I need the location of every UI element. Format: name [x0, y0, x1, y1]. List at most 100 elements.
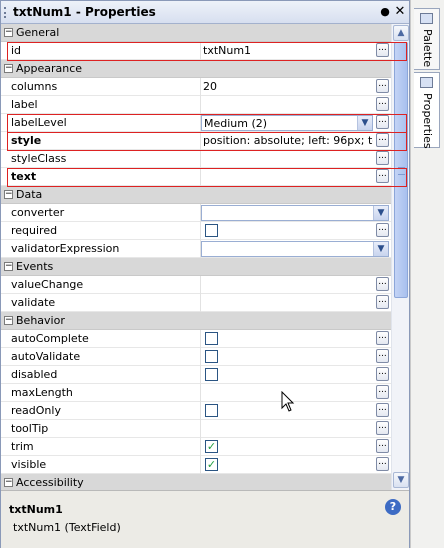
property-row-visible[interactable]: visible ✓...: [1, 456, 391, 474]
ellipsis-button[interactable]: ...: [376, 349, 389, 363]
ellipsis-button[interactable]: ...: [376, 115, 389, 129]
collapse-toggle-icon[interactable]: −: [4, 64, 13, 73]
category-accessibility[interactable]: − Accessibility: [1, 474, 391, 490]
property-row-columns[interactable]: columns 20...: [1, 78, 391, 96]
help-icon[interactable]: ?: [385, 499, 401, 515]
property-row-trim[interactable]: trim ✓...: [1, 438, 391, 456]
column-divider: [200, 96, 201, 114]
property-row-autoComplete[interactable]: autoComplete...: [1, 330, 391, 348]
scroll-up-icon[interactable]: ▲: [393, 25, 409, 41]
dropdown-arrow-icon[interactable]: ▼: [357, 116, 372, 130]
property-name: autoValidate: [11, 350, 81, 363]
property-value[interactable]: txtNum1: [203, 44, 373, 57]
column-divider: [200, 132, 201, 150]
category-label: Behavior: [16, 314, 65, 327]
column-divider: [200, 168, 201, 186]
property-row-disabled[interactable]: disabled...: [1, 366, 391, 384]
property-name: validate: [11, 296, 56, 309]
property-row-validate[interactable]: validate...: [1, 294, 391, 312]
ellipsis-button[interactable]: ...: [376, 43, 389, 57]
vertical-scrollbar[interactable]: ▲ ▼: [391, 24, 409, 490]
property-value[interactable]: 20: [203, 80, 373, 93]
ellipsis-button[interactable]: ...: [376, 169, 389, 183]
tab-properties[interactable]: Properties: [414, 72, 440, 149]
property-row-labelLevel[interactable]: labelLevel Medium (2) ▼...: [1, 114, 391, 132]
ellipsis-button[interactable]: ...: [376, 385, 389, 399]
property-name: id: [11, 44, 22, 57]
column-divider: [200, 276, 201, 294]
property-row-toolTip[interactable]: toolTip...: [1, 420, 391, 438]
column-divider: [200, 438, 201, 456]
collapse-toggle-icon[interactable]: −: [4, 190, 13, 199]
ellipsis-button[interactable]: ...: [376, 403, 389, 417]
properties-window: txtNum1 - Properties ● ✕ − General id txtNu…: [0, 0, 410, 548]
scroll-down-icon[interactable]: ▼: [393, 472, 409, 488]
category-general[interactable]: − General: [1, 24, 391, 42]
property-row-style[interactable]: style position: absolute; left: 96px; to.…: [1, 132, 391, 150]
property-name: maxLength: [11, 386, 73, 399]
property-name: columns: [11, 80, 58, 93]
column-divider: [200, 330, 201, 348]
drag-grip-icon[interactable]: [4, 7, 7, 18]
property-row-maxLength[interactable]: maxLength...: [1, 384, 391, 402]
property-row-text[interactable]: text...: [1, 168, 391, 186]
property-checkbox[interactable]: [205, 224, 218, 237]
property-checkbox[interactable]: [205, 368, 218, 381]
property-name: text: [11, 170, 37, 183]
collapse-toggle-icon[interactable]: −: [4, 316, 13, 325]
ellipsis-button[interactable]: ...: [376, 439, 389, 453]
property-name: converter: [11, 206, 65, 219]
ellipsis-button[interactable]: ...: [376, 133, 389, 147]
property-row-valueChange[interactable]: valueChange...: [1, 276, 391, 294]
property-row-styleClass[interactable]: styleClass...: [1, 150, 391, 168]
ellipsis-button[interactable]: ...: [376, 367, 389, 381]
property-sheet: − General id txtNum1... − Appearance columns 20…: [1, 24, 391, 490]
property-checkbox[interactable]: ✓: [205, 458, 218, 471]
ellipsis-button[interactable]: ...: [376, 79, 389, 93]
property-row-converter[interactable]: converter ▼: [1, 204, 391, 222]
dropdown-arrow-icon[interactable]: ▼: [373, 206, 388, 220]
property-row-id[interactable]: id txtNum1...: [1, 42, 391, 60]
property-row-validatorExpression[interactable]: validatorExpression ▼: [1, 240, 391, 258]
close-icon[interactable]: ✕: [394, 5, 406, 19]
mouse-pointer-icon: [281, 391, 295, 412]
collapse-toggle-icon[interactable]: −: [4, 478, 13, 487]
property-checkbox[interactable]: ✓: [205, 440, 218, 453]
category-behavior[interactable]: − Behavior: [1, 312, 391, 330]
scroll-thumb[interactable]: [394, 42, 408, 298]
ellipsis-button[interactable]: ...: [376, 97, 389, 111]
collapse-toggle-icon[interactable]: −: [4, 262, 13, 271]
property-name: autoComplete: [11, 332, 89, 345]
category-data[interactable]: − Data: [1, 186, 391, 204]
ellipsis-button[interactable]: ...: [376, 331, 389, 345]
property-combo[interactable]: Medium (2) ▼: [201, 115, 373, 131]
property-checkbox[interactable]: [205, 332, 218, 345]
property-row-autoValidate[interactable]: autoValidate...: [1, 348, 391, 366]
ellipsis-button[interactable]: ...: [376, 151, 389, 165]
property-row-required[interactable]: required...: [1, 222, 391, 240]
property-value[interactable]: position: absolute; left: 96px; to...: [203, 134, 373, 147]
column-divider: [200, 78, 201, 96]
ellipsis-button[interactable]: ...: [376, 277, 389, 291]
ellipsis-button[interactable]: ...: [376, 223, 389, 237]
property-checkbox[interactable]: [205, 350, 218, 363]
description-panel: txtNum1 txtNum1 (TextField) ?: [1, 490, 409, 548]
window-title: txtNum1 - Properties: [13, 5, 156, 19]
property-row-readOnly[interactable]: readOnly...: [1, 402, 391, 420]
property-row-label[interactable]: label...: [1, 96, 391, 114]
collapse-toggle-icon[interactable]: −: [4, 28, 13, 37]
property-combo[interactable]: ▼: [201, 241, 389, 257]
ellipsis-button[interactable]: ...: [376, 295, 389, 309]
property-checkbox[interactable]: [205, 404, 218, 417]
category-label: Accessibility: [16, 476, 84, 489]
ellipsis-button[interactable]: ...: [376, 457, 389, 471]
ellipsis-button[interactable]: ...: [376, 421, 389, 435]
dropdown-arrow-icon[interactable]: ▼: [373, 242, 388, 256]
category-appearance[interactable]: − Appearance: [1, 60, 391, 78]
property-combo[interactable]: ▼: [201, 205, 389, 221]
tab-palette[interactable]: Palette: [414, 8, 440, 70]
category-events[interactable]: − Events: [1, 258, 391, 276]
title-bar[interactable]: txtNum1 - Properties ● ✕: [1, 1, 409, 24]
dock-button-icon[interactable]: ●: [379, 6, 391, 18]
column-divider: [200, 366, 201, 384]
